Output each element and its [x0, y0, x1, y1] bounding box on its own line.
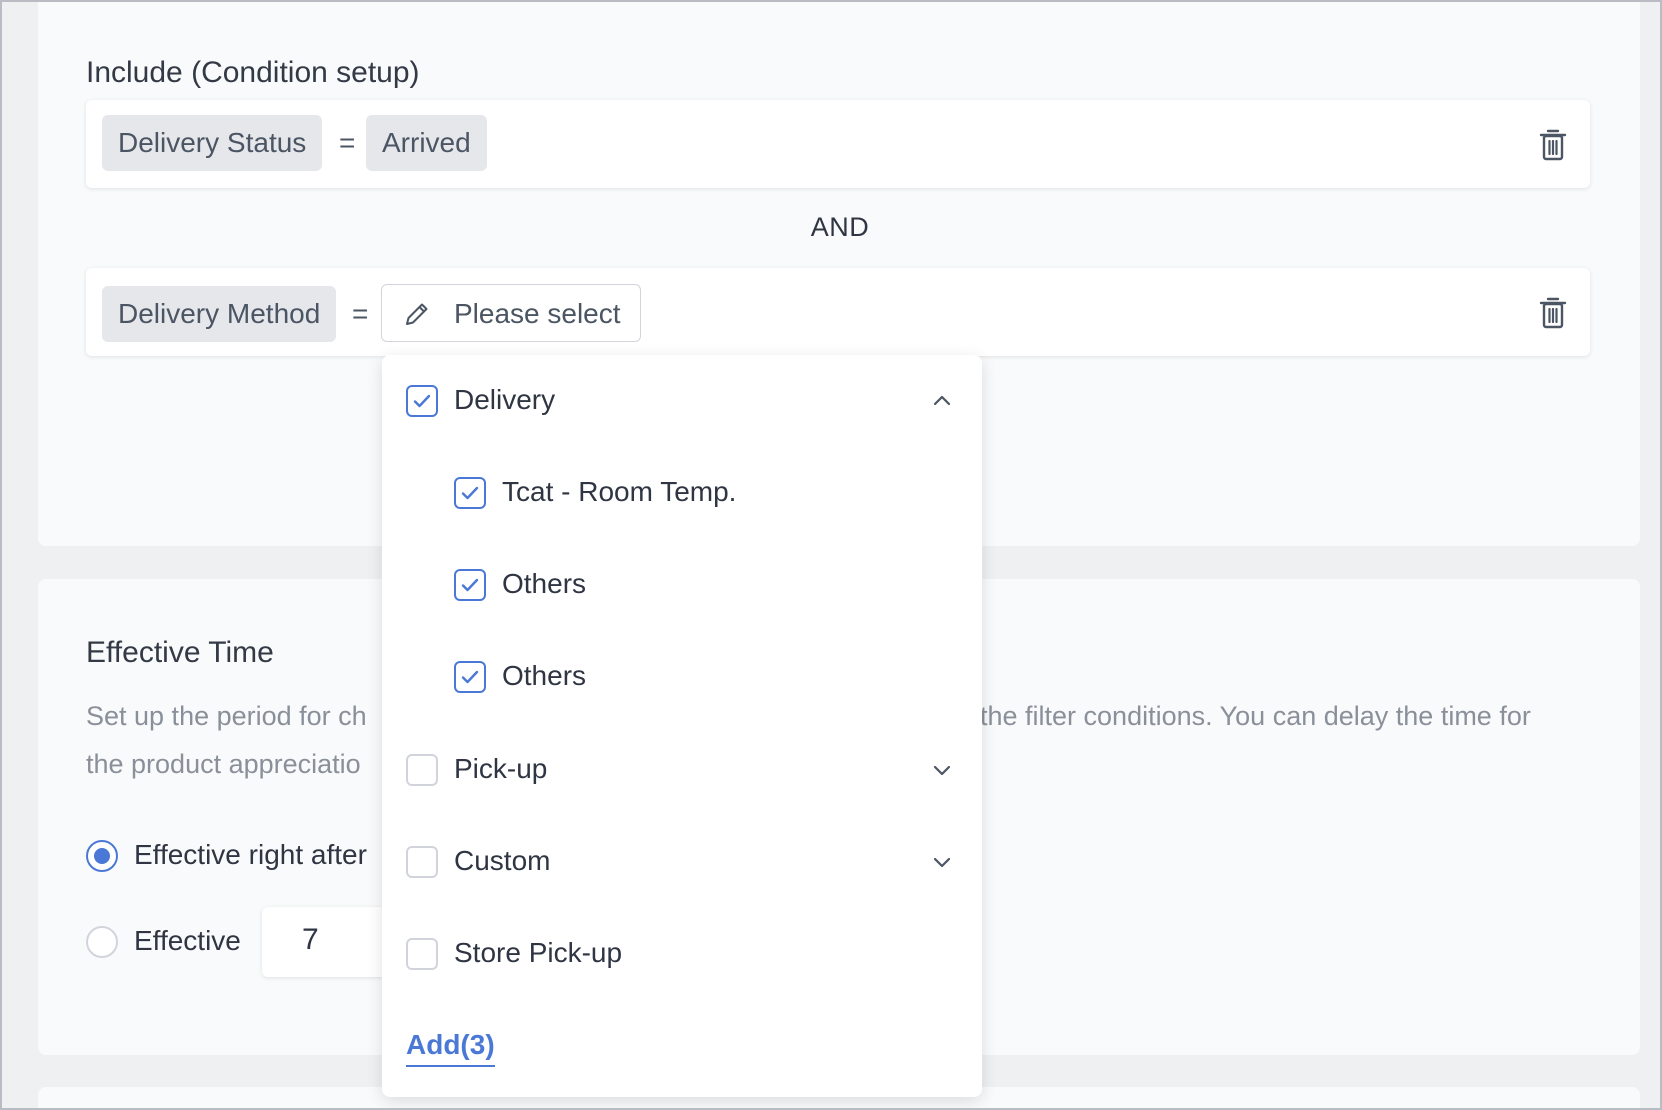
check-icon	[461, 670, 479, 684]
dropdown-item-label: Delivery	[454, 384, 556, 415]
dropdown-item-label: Pick-up	[454, 753, 548, 784]
dropdown-group-delivery[interactable]: Delivery	[382, 371, 982, 431]
effective-immediate-label[interactable]: Effective right after	[134, 839, 367, 871]
dropdown-item-label: Tcat - Room Temp.	[502, 476, 737, 507]
chevron-down-icon[interactable]	[930, 758, 954, 782]
delay-days-value: 7	[302, 923, 319, 956]
condition-row-1: Delivery Status = Arrived	[86, 100, 1590, 188]
check-icon	[413, 394, 431, 408]
dropdown-item-others[interactable]: Others	[382, 555, 982, 615]
effective-desc-line1-left: Set up the period for ch	[86, 701, 367, 731]
check-icon	[461, 486, 479, 500]
select-placeholder: Please select	[454, 298, 621, 329]
dropdown-item-label: Custom	[454, 845, 551, 876]
delete-icon[interactable]	[1538, 128, 1568, 162]
condition-row-2: Delivery Method = Please select	[86, 268, 1590, 356]
include-section-title: Include (Condition setup)	[86, 56, 420, 89]
dropdown-item-label: Store Pick-up	[454, 937, 623, 968]
and-connector: AND	[810, 212, 870, 242]
add-button[interactable]: Add(3)	[406, 1029, 495, 1067]
condition-value-tag[interactable]: Arrived	[366, 115, 487, 171]
dropdown-item-label: Others	[502, 568, 587, 599]
effective-delay-label[interactable]: Effective	[134, 925, 241, 957]
checkbox-checked[interactable]	[406, 385, 438, 417]
dropdown-group-custom[interactable]: Custom	[382, 832, 982, 892]
checkbox-unchecked[interactable]	[406, 754, 438, 786]
condition-operator: =	[339, 127, 356, 158]
condition-field-tag[interactable]: Delivery Method	[102, 286, 337, 342]
dropdown-item-store-pickup[interactable]: Store Pick-up	[382, 924, 982, 984]
effective-desc-line1-right: the filter conditions. You can delay the…	[980, 701, 1531, 731]
dropdown-group-pickup[interactable]: Pick-up	[382, 740, 982, 800]
chevron-down-icon[interactable]	[930, 850, 954, 874]
condition-field-tag[interactable]: Delivery Status	[102, 115, 323, 171]
effective-immediate-radio[interactable]	[86, 840, 118, 872]
checkbox-checked[interactable]	[454, 569, 486, 601]
delete-icon[interactable]	[1538, 296, 1568, 330]
condition-operator: =	[352, 298, 369, 329]
checkbox-unchecked[interactable]	[406, 846, 438, 878]
delivery-method-dropdown: Delivery Tcat - Room Temp. Others Others…	[382, 355, 982, 1097]
pencil-icon	[406, 303, 428, 325]
chevron-up-icon[interactable]	[930, 389, 954, 413]
effective-desc-line2: the product appreciatio	[86, 749, 361, 779]
dropdown-item-others[interactable]: Others	[382, 647, 982, 707]
dropdown-item-label: Others	[502, 660, 587, 691]
effective-time-title: Effective Time	[86, 636, 274, 669]
dropdown-item-tcat[interactable]: Tcat - Room Temp.	[382, 463, 982, 523]
checkbox-checked[interactable]	[454, 477, 486, 509]
effective-delay-radio[interactable]	[86, 926, 118, 958]
checkbox-unchecked[interactable]	[406, 938, 438, 970]
delivery-method-select[interactable]: Please select	[381, 284, 641, 342]
top-divider	[86, 0, 1594, 2]
checkbox-checked[interactable]	[454, 661, 486, 693]
check-icon	[461, 578, 479, 592]
